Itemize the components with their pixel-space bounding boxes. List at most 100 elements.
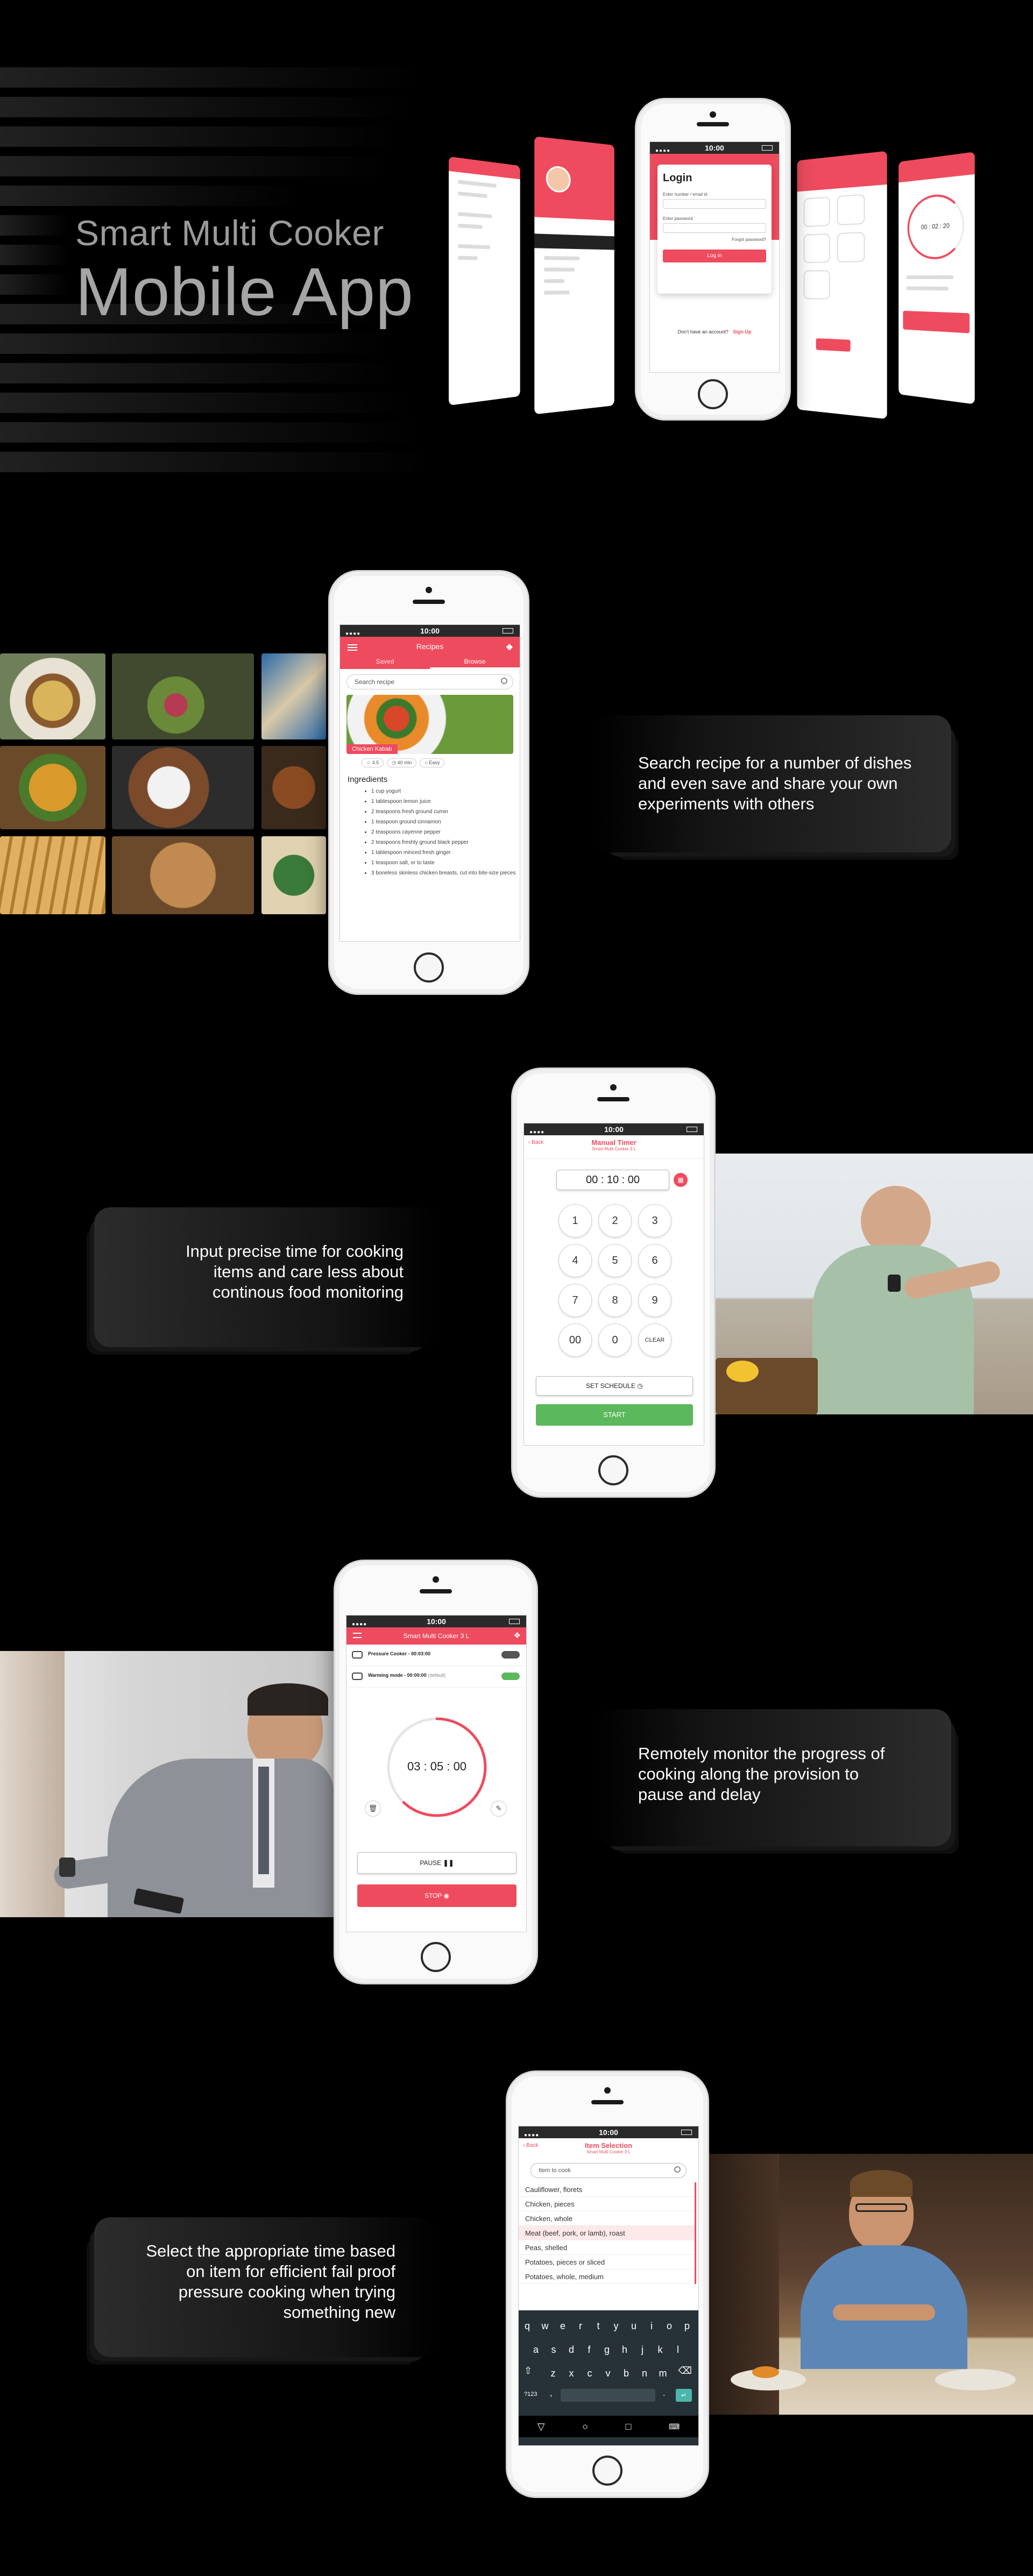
key-t[interactable]: t	[591, 2317, 606, 2335]
nav-home-icon[interactable]: ○	[582, 2421, 588, 2432]
key-u[interactable]: u	[626, 2317, 641, 2335]
key-y[interactable]: y	[609, 2317, 624, 2335]
key-p[interactable]: p	[680, 2317, 695, 2335]
key-q[interactable]: q	[520, 2317, 535, 2335]
enter-key[interactable]: ↵	[676, 2389, 692, 2402]
back-button[interactable]: ‹ Back	[523, 2143, 538, 2148]
dish-meta: ☆ 4.5 ◷ 40 min ⌂ Easy	[362, 758, 513, 767]
period-key[interactable]: .	[663, 2389, 665, 2399]
key-v[interactable]: v	[600, 2364, 615, 2382]
search-recipe-input[interactable]: Search recipe	[346, 674, 513, 689]
key-c[interactable]: c	[582, 2364, 597, 2382]
stop-icon: ◉	[443, 1892, 450, 1899]
list-item[interactable]: Meat (beef, pork, or lamb), roast	[519, 2226, 695, 2240]
email-field[interactable]	[663, 199, 766, 209]
caption-monitor: Remotely monitor the progress of cooking…	[596, 1709, 951, 1846]
keyboard-switch-icon[interactable]: ⌨	[669, 2422, 680, 2431]
comma-key[interactable]: ,	[550, 2389, 552, 2399]
pressure-cooker-icon	[352, 1651, 363, 1659]
key-z[interactable]: z	[546, 2364, 561, 2382]
key-b[interactable]: b	[619, 2364, 634, 2382]
key-o[interactable]: o	[662, 2317, 677, 2335]
tab-browse[interactable]: Browse	[430, 655, 520, 669]
key-r[interactable]: r	[573, 2317, 588, 2335]
key-5[interactable]: 5	[598, 1244, 632, 1277]
list-item[interactable]: Peas, shelled	[519, 2240, 695, 2255]
time-display[interactable]: 00 : 10 : 00	[556, 1170, 669, 1190]
warming-mode-row: Warming mode - 00:00:00 (default)	[368, 1673, 446, 1678]
nav-back-icon[interactable]: ▽	[537, 2421, 545, 2432]
key-00[interactable]: 00	[558, 1323, 592, 1357]
signup-link[interactable]: Sign Up	[733, 329, 751, 335]
list-item[interactable]: Chicken, pieces	[519, 2197, 695, 2211]
tab-saved[interactable]: Saved	[340, 655, 430, 669]
key-l[interactable]: l	[670, 2340, 685, 2359]
key-1[interactable]: 1	[558, 1204, 592, 1237]
clear-key[interactable]: CLEAR	[638, 1323, 671, 1357]
menu-icon[interactable]	[348, 644, 357, 651]
trash-icon[interactable]: 🗑	[365, 1801, 381, 1817]
item-search-input[interactable]: Item to cook	[530, 2163, 687, 2178]
countdown-value: 03 : 05 : 00	[407, 1760, 467, 1773]
timer-title: Manual Timer	[591, 1138, 636, 1147]
key-j[interactable]: j	[635, 2340, 650, 2359]
list-item[interactable]: Potatoes, whole, medium	[519, 2269, 695, 2284]
key-2[interactable]: 2	[598, 1204, 632, 1237]
key-6[interactable]: 6	[638, 1244, 671, 1277]
key-8[interactable]: 8	[598, 1284, 632, 1317]
app-logo-icon: ❖	[505, 643, 513, 652]
list-item[interactable]: Potatoes, pieces or sliced	[519, 2255, 695, 2269]
list-item[interactable]: Cauliflower, florets	[519, 2182, 695, 2197]
menu-icon[interactable]	[353, 1633, 362, 1638]
symbols-key[interactable]: ?123	[524, 2391, 537, 2397]
nav-recents-icon[interactable]: □	[626, 2421, 632, 2432]
key-i[interactable]: i	[644, 2317, 659, 2335]
recipes-screen: ●●●● 10:00 Recipes ❖ Saved Browse Search …	[339, 624, 520, 942]
stop-button[interactable]: STOP ◉	[357, 1884, 516, 1907]
key-w[interactable]: w	[537, 2317, 553, 2335]
forgot-password-link[interactable]: Forgot password?	[663, 237, 766, 242]
ingredient-item: 1 tablespoon lemon juice	[371, 796, 520, 807]
list-item[interactable]: Chicken, whole	[519, 2211, 695, 2226]
key-3[interactable]: 3	[638, 1204, 671, 1237]
back-button[interactable]: ‹ Back	[528, 1140, 543, 1145]
hero-subtitle: Smart Multi Cooker	[75, 213, 384, 253]
key-n[interactable]: n	[637, 2364, 652, 2382]
backspace-key[interactable]: ⌫	[678, 2365, 692, 2376]
key-d[interactable]: d	[564, 2340, 579, 2359]
key-f[interactable]: f	[582, 2340, 597, 2359]
key-k[interactable]: k	[653, 2340, 668, 2359]
key-7[interactable]: 7	[558, 1284, 592, 1317]
key-s[interactable]: s	[546, 2340, 561, 2359]
pause-button[interactable]: PAUSE ❚❚	[357, 1852, 516, 1874]
edit-icon[interactable]: ✎	[491, 1801, 507, 1817]
ingredient-item: 1 cup yogurt	[371, 786, 520, 796]
dish-card[interactable]: Chicken Kabab	[346, 695, 513, 754]
start-button[interactable]: START	[536, 1404, 693, 1426]
key-4[interactable]: 4	[558, 1244, 592, 1277]
login-button[interactable]: Log in	[663, 250, 766, 262]
calendar-icon[interactable]: ▦	[674, 1173, 688, 1187]
shift-key[interactable]: ⇧	[524, 2365, 532, 2376]
search-icon	[674, 2166, 681, 2173]
pressure-toggle[interactable]	[501, 1651, 520, 1659]
hero-phone: ●●●● 10:00 Login Enter number / email id …	[635, 98, 791, 421]
caption-item-text: Select the appropriate time based on ite…	[146, 2241, 395, 2322]
key-x[interactable]: x	[564, 2364, 579, 2382]
key-a[interactable]: a	[528, 2340, 543, 2359]
key-m[interactable]: m	[655, 2364, 670, 2382]
key-9[interactable]: 9	[638, 1284, 671, 1317]
set-schedule-button[interactable]: SET SCHEDULE ◷	[536, 1376, 693, 1396]
key-0[interactable]: 0	[598, 1323, 632, 1357]
ingredients-heading: Ingredients	[348, 775, 388, 784]
monitor-screen: ●●●● 10:00 Smart Multi Cooker 3 L ❖ Press…	[346, 1615, 527, 1932]
clock-icon: ◷	[637, 1382, 643, 1390]
warming-toggle[interactable]	[501, 1673, 520, 1680]
space-bar[interactable]	[561, 2389, 655, 2402]
pause-icon: ❚❚	[443, 1859, 454, 1867]
key-g[interactable]: g	[599, 2340, 614, 2359]
caption-recipes: Search recipe for a number of dishes and…	[596, 715, 951, 852]
key-h[interactable]: h	[617, 2340, 632, 2359]
password-field[interactable]	[663, 223, 766, 233]
key-e[interactable]: e	[555, 2317, 570, 2335]
